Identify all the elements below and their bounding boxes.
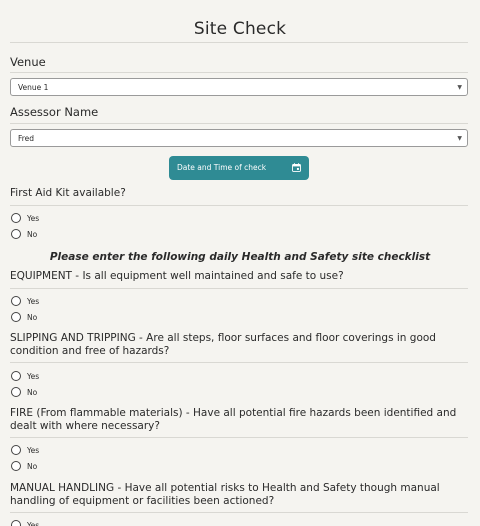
radio-button[interactable] [11, 520, 21, 526]
radio-button[interactable] [11, 445, 21, 455]
divider [10, 42, 468, 43]
calendar-icon [292, 163, 301, 172]
divider [10, 437, 468, 438]
yes-label: Yes [27, 213, 40, 223]
question-3-yes-option[interactable]: Yes [11, 443, 480, 457]
no-label: No [27, 461, 38, 471]
divider [10, 72, 468, 73]
no-label: No [27, 312, 38, 322]
question-3-no-option[interactable]: No [11, 459, 480, 473]
page-title: Site Check [193, 19, 287, 39]
question-text: FIRE (From flammable materials) - Have a… [10, 407, 457, 432]
site-check-form: Site Check Venue Venue 1 ▼ Assessor Name… [0, 0, 480, 526]
date-time-button-label: Date and Time of check [177, 163, 267, 172]
question-2-no-option[interactable]: No [11, 385, 480, 399]
venue-select-value: Venue 1 [18, 83, 49, 92]
assessor-select-value: Fred [18, 134, 35, 143]
chevron-down-icon: ▼ [457, 135, 462, 142]
radio-button[interactable] [11, 312, 21, 322]
question-1-yes-option[interactable]: Yes [11, 294, 480, 308]
divider [10, 288, 468, 289]
first-aid-question: First Aid Kit available? [10, 187, 126, 199]
divider [10, 512, 468, 513]
question-1-no-option[interactable]: No [11, 310, 480, 324]
divider [10, 205, 468, 206]
radio-button[interactable] [11, 213, 21, 223]
question-text: EQUIPMENT - Is all equipment well mainta… [10, 270, 344, 282]
radio-button[interactable] [11, 229, 21, 239]
question-4-yes-option[interactable]: Yes [11, 518, 480, 526]
venue-select[interactable]: Venue 1 ▼ [10, 78, 468, 96]
radio-button[interactable] [11, 461, 21, 471]
yes-label: Yes [27, 371, 40, 381]
assessor-select[interactable]: Fred ▼ [10, 129, 468, 147]
first-aid-no-option[interactable]: No [11, 227, 480, 241]
divider [10, 123, 468, 124]
first-aid-yes-option[interactable]: Yes [11, 211, 480, 225]
checklist-instruction: Please enter the following daily Health … [49, 251, 431, 263]
divider [10, 362, 468, 363]
date-time-button[interactable]: Date and Time of check [169, 156, 309, 180]
question-text: SLIPPING AND TRIPPING - Are all steps, f… [10, 332, 436, 357]
no-label: No [27, 229, 38, 239]
yes-label: Yes [27, 445, 40, 455]
yes-label: Yes [27, 520, 40, 526]
venue-label: Venue [10, 55, 46, 69]
yes-label: Yes [27, 296, 40, 306]
radio-button[interactable] [11, 296, 21, 306]
no-label: No [27, 387, 38, 397]
radio-button[interactable] [11, 371, 21, 381]
assessor-label: Assessor Name [10, 105, 99, 119]
radio-button[interactable] [11, 387, 21, 397]
chevron-down-icon: ▼ [457, 84, 462, 91]
question-text: MANUAL HANDLING - Have all potential ris… [10, 482, 440, 507]
question-2-yes-option[interactable]: Yes [11, 369, 480, 383]
